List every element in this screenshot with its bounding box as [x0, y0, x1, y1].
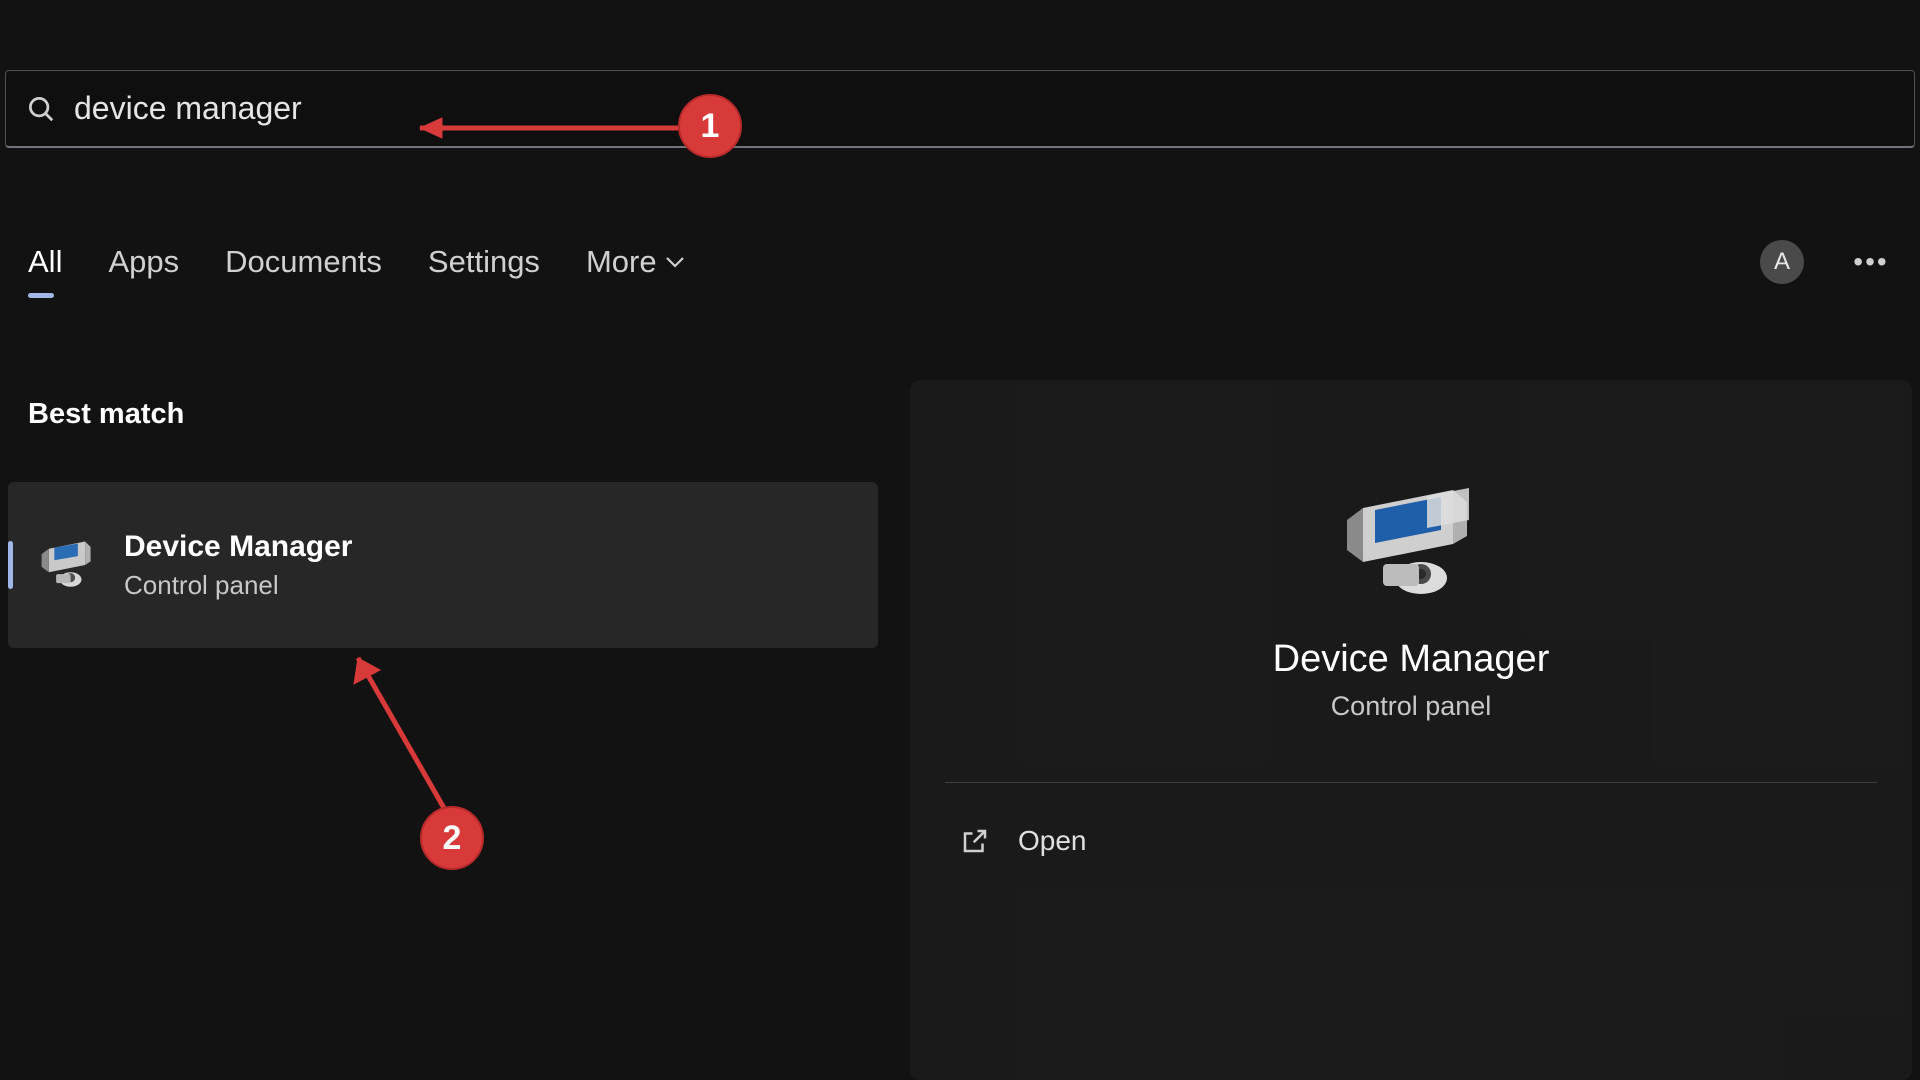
result-subtitle: Control panel	[124, 570, 352, 601]
section-best-match-label: Best match	[28, 398, 184, 431]
annotation-arrow-2	[340, 636, 490, 836]
detail-divider	[945, 782, 1877, 783]
detail-actions: Open	[910, 801, 1912, 881]
open-action[interactable]: Open	[952, 801, 1870, 881]
search-result-device-manager[interactable]: Device Manager Control panel	[8, 482, 878, 648]
chevron-down-icon	[665, 256, 685, 268]
detail-title: Device Manager	[1273, 638, 1550, 681]
annotation-callout-1: 1	[678, 94, 742, 158]
search-bar[interactable]	[5, 70, 1915, 148]
device-manager-icon	[36, 534, 98, 596]
result-title: Device Manager	[124, 530, 352, 564]
annotation-arrow-1	[400, 110, 690, 146]
open-external-icon	[960, 826, 990, 856]
annotation-callout-2: 2	[420, 806, 484, 870]
tab-apps[interactable]: Apps	[108, 244, 179, 280]
more-options-button[interactable]: •••	[1850, 241, 1892, 283]
detail-device-manager-icon	[1341, 480, 1481, 600]
detail-subtitle: Control panel	[1331, 691, 1492, 722]
filter-tabs: All Apps Documents Settings More A •••	[28, 240, 1892, 284]
open-label: Open	[1018, 825, 1087, 857]
tab-more[interactable]: More	[586, 244, 685, 280]
result-text: Device Manager Control panel	[124, 530, 352, 601]
user-avatar[interactable]: A	[1760, 240, 1804, 284]
tab-all[interactable]: All	[28, 244, 62, 280]
tab-more-label: More	[586, 244, 657, 280]
detail-panel: Device Manager Control panel Open	[910, 380, 1912, 1080]
tab-settings[interactable]: Settings	[428, 244, 540, 280]
search-icon	[26, 94, 56, 124]
tab-documents[interactable]: Documents	[225, 244, 382, 280]
search-input[interactable]	[74, 90, 1894, 127]
